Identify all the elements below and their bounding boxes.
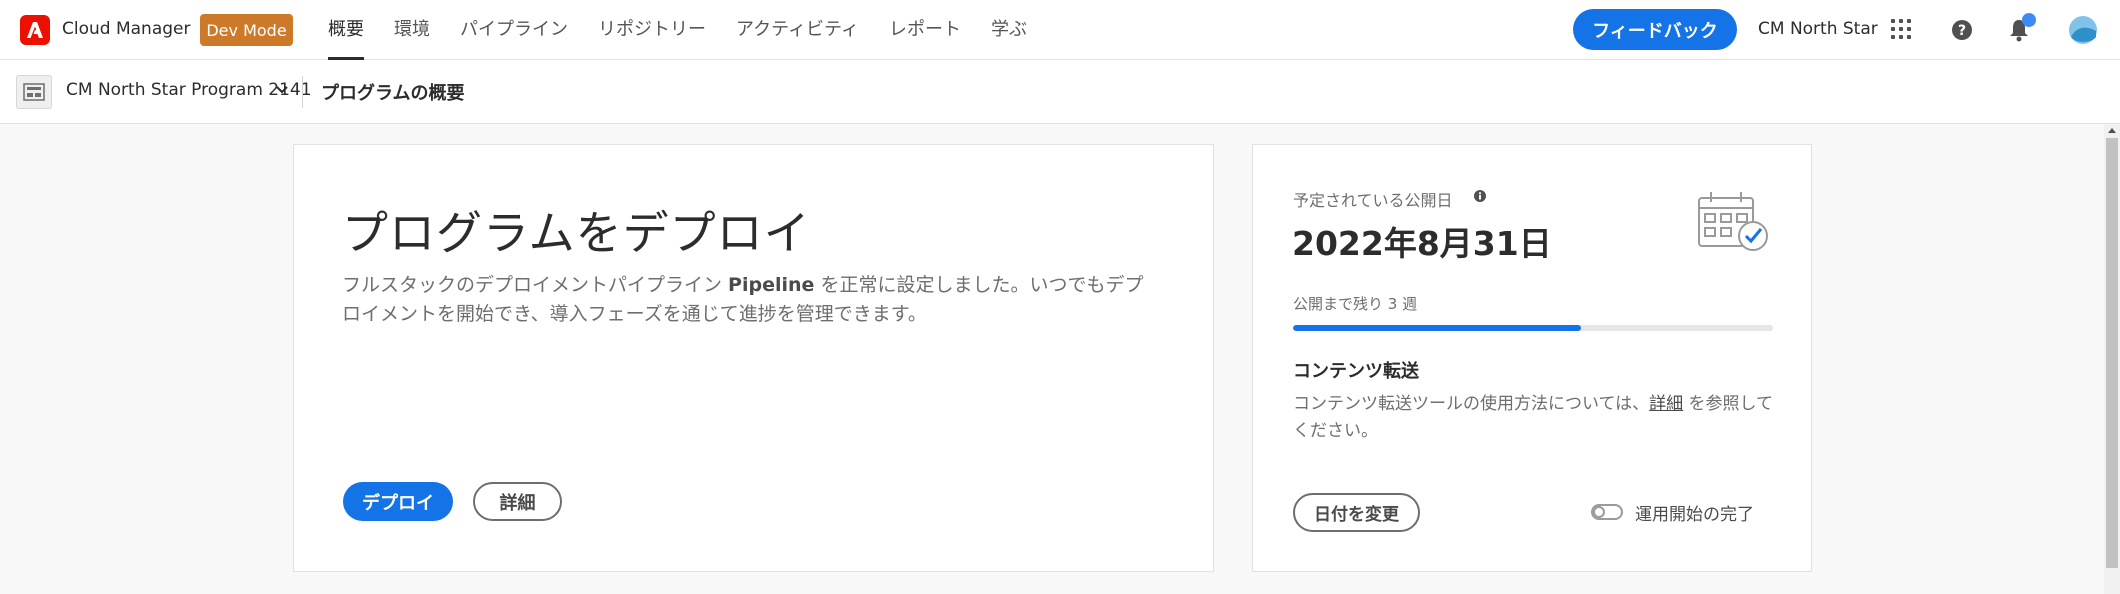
apps-grid-icon[interactable] [1891, 19, 1911, 39]
go-live-card: 予定されている公開日 2022年8月31日 公開まで残り 3 週 コンテンツ転送… [1252, 144, 1812, 572]
nav-reports[interactable]: レポート [889, 0, 961, 60]
content-transfer-description: コンテンツ転送ツールの使用方法については、詳細 を参照してください。 [1293, 391, 1783, 445]
main-nav: 概要 環境 パイプライン リポジトリー アクティビティ レポート 学ぶ [328, 0, 1027, 60]
go-live-progress-bar [1293, 325, 1773, 331]
deploy-desc-text: フルスタックのデプロイメントパイプライン [342, 274, 729, 296]
content-transfer-title: コンテンツ転送 [1293, 361, 1419, 382]
deploy-program-card: プログラムをデプロイ フルスタックのデプロイメントパイプライン Pipeline… [293, 144, 1214, 572]
content-transfer-details-link[interactable]: 詳細 [1649, 394, 1683, 414]
chevron-down-icon[interactable] [276, 86, 288, 94]
svg-text:?: ? [1958, 23, 1966, 39]
program-thumbnail-icon [16, 75, 52, 109]
nav-activity[interactable]: アクティビティ [736, 0, 859, 60]
program-bar: CM North Star Program 2141 プログラムの概要 [0, 60, 2120, 124]
feedback-button[interactable]: フィードバック [1573, 9, 1737, 50]
go-live-countdown: 公開まで残り 3 週 [1293, 295, 1418, 313]
dev-mode-badge[interactable]: Dev Mode [200, 14, 293, 46]
deploy-card-description: フルスタックのデプロイメントパイプライン Pipeline を正常に設定しました… [342, 271, 1162, 329]
go-live-complete-label[interactable]: 運用開始の完了 [1635, 500, 1754, 525]
scrollbar-thumb[interactable] [2106, 138, 2118, 568]
app-title[interactable]: Cloud Manager [62, 19, 190, 39]
go-live-date: 2022年8月31日 [1292, 224, 1552, 263]
go-live-progress-fill [1293, 325, 1581, 331]
details-button[interactable]: 詳細 [473, 482, 562, 521]
nav-repositories[interactable]: リポジトリー [598, 0, 706, 60]
nav-overview[interactable]: 概要 [328, 0, 364, 60]
program-selector[interactable]: CM North Star Program 2141 [66, 80, 312, 100]
notification-badge [2022, 13, 2036, 27]
calendar-check-icon [1698, 192, 1768, 251]
adobe-logo-icon[interactable] [20, 15, 50, 45]
help-icon[interactable]: ? [1951, 19, 1973, 41]
nav-learn[interactable]: 学ぶ [991, 0, 1027, 60]
pipeline-name: Pipeline [728, 274, 815, 296]
toggle-knob [1593, 506, 1605, 518]
info-icon[interactable] [1474, 190, 1486, 202]
top-navigation-bar: Cloud Manager Dev Mode 概要 環境 パイプライン リポジト… [0, 0, 2120, 60]
go-live-complete-toggle[interactable] [1591, 504, 1623, 520]
scroll-up-arrow-icon[interactable] [2108, 128, 2116, 133]
go-live-label: 予定されている公開日 [1293, 191, 1453, 210]
change-date-button[interactable]: 日付を変更 [1293, 493, 1420, 532]
ct-desc-text: コンテンツ転送ツールの使用方法については、 [1293, 394, 1650, 414]
deploy-button[interactable]: デプロイ [343, 482, 453, 521]
page-scrollbar[interactable] [2104, 124, 2120, 594]
deploy-card-title: プログラムをデプロイ [342, 206, 811, 260]
nav-environments[interactable]: 環境 [394, 0, 430, 60]
page-title: プログラムの概要 [321, 83, 465, 104]
org-switcher[interactable]: CM North Star [1758, 19, 1878, 39]
avatar-icon[interactable] [2068, 15, 2098, 45]
nav-pipelines[interactable]: パイプライン [460, 0, 568, 60]
divider [302, 76, 303, 108]
